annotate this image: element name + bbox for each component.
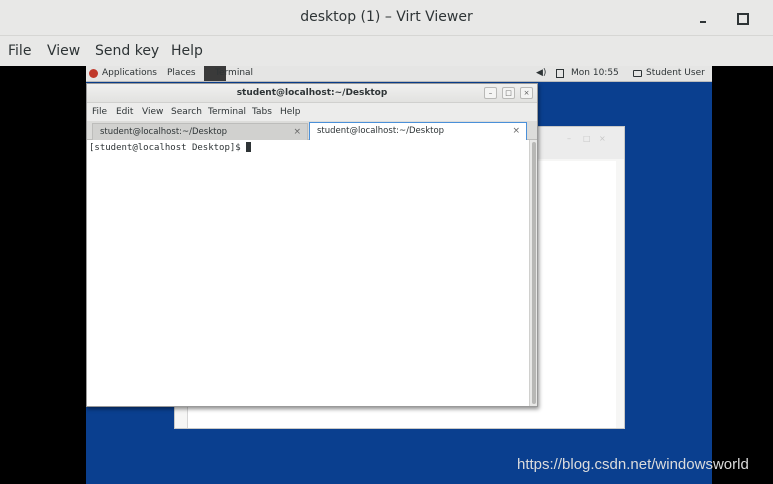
terminal-window[interactable]: student@localhost:~/Desktop – □ × File E… — [86, 83, 538, 407]
scrollbar-thumb[interactable] — [532, 142, 536, 404]
term-menu-view[interactable]: View — [142, 107, 163, 117]
applications-menu[interactable]: Applications — [102, 68, 157, 78]
menu-send-key[interactable]: Send key — [95, 43, 159, 59]
shell-prompt: [student@localhost Desktop]$ — [89, 143, 247, 153]
display-border-left — [0, 66, 86, 484]
terminal-titlebar[interactable]: student@localhost:~/Desktop – □ × — [87, 84, 537, 103]
terminal-title: student@localhost:~/Desktop — [236, 88, 388, 98]
virt-viewer-titlebar: desktop (1) – Virt Viewer — [0, 0, 773, 36]
places-menu[interactable]: Places — [167, 68, 196, 78]
menu-view[interactable]: View — [47, 43, 80, 59]
menu-help[interactable]: Help — [171, 43, 203, 59]
tab-active[interactable]: student@localhost:~/Desktop × — [309, 122, 527, 141]
term-menu-edit[interactable]: Edit — [116, 107, 133, 117]
term-menu-tabs[interactable]: Tabs — [252, 107, 272, 117]
gnome-top-bar: Applications Places Terminal ◀) Mon 10:5… — [86, 66, 712, 82]
minimize-icon[interactable] — [694, 10, 712, 26]
terminal-close-icon[interactable]: × — [520, 87, 533, 99]
display-border-right — [712, 66, 773, 484]
tab-label: student@localhost:~/Desktop — [100, 127, 228, 137]
terminal-tab-bar: student@localhost:~/Desktop × student@lo… — [87, 121, 537, 141]
tab-inactive[interactable]: student@localhost:~/Desktop × — [92, 123, 308, 140]
clock[interactable]: Mon 10:55 — [571, 68, 619, 78]
close-icon[interactable]: × — [293, 127, 301, 137]
bg-minimize-icon[interactable]: – — [567, 135, 575, 143]
user-menu[interactable]: Student User — [646, 68, 705, 78]
user-icon — [633, 70, 642, 77]
window-title: desktop (1) – Virt Viewer — [300, 9, 473, 25]
bg-close-icon[interactable]: × — [599, 135, 607, 143]
terminal-menubar: File Edit View Search Terminal Tabs Help — [87, 103, 537, 121]
volume-icon[interactable]: ◀) — [536, 69, 546, 78]
tab-label: student@localhost:~/Desktop — [317, 126, 445, 136]
redhat-icon — [89, 69, 98, 78]
taskbar-terminal[interactable]: Terminal — [215, 68, 253, 78]
network-icon[interactable] — [556, 69, 564, 78]
guest-display[interactable]: Applications Places Terminal ◀) Mon 10:5… — [86, 66, 712, 484]
terminal-minimize-icon[interactable]: – — [484, 87, 497, 99]
term-menu-help[interactable]: Help — [280, 107, 301, 117]
watermark: https://blog.csdn.net/windowsworld — [517, 456, 749, 473]
terminal-output[interactable]: [student@localhost Desktop]$ — [87, 140, 529, 406]
term-menu-search[interactable]: Search — [171, 107, 202, 117]
terminal-maximize-icon[interactable]: □ — [502, 87, 515, 99]
virt-viewer-menubar: File View Send key Help — [0, 36, 773, 66]
close-icon[interactable]: × — [512, 126, 520, 136]
bg-maximize-icon[interactable]: □ — [583, 135, 591, 143]
term-menu-file[interactable]: File — [92, 107, 107, 117]
maximize-icon[interactable] — [732, 10, 750, 26]
term-menu-terminal[interactable]: Terminal — [208, 107, 246, 117]
text-cursor — [246, 142, 252, 152]
menu-file[interactable]: File — [8, 43, 31, 59]
terminal-scrollbar[interactable] — [529, 140, 537, 406]
